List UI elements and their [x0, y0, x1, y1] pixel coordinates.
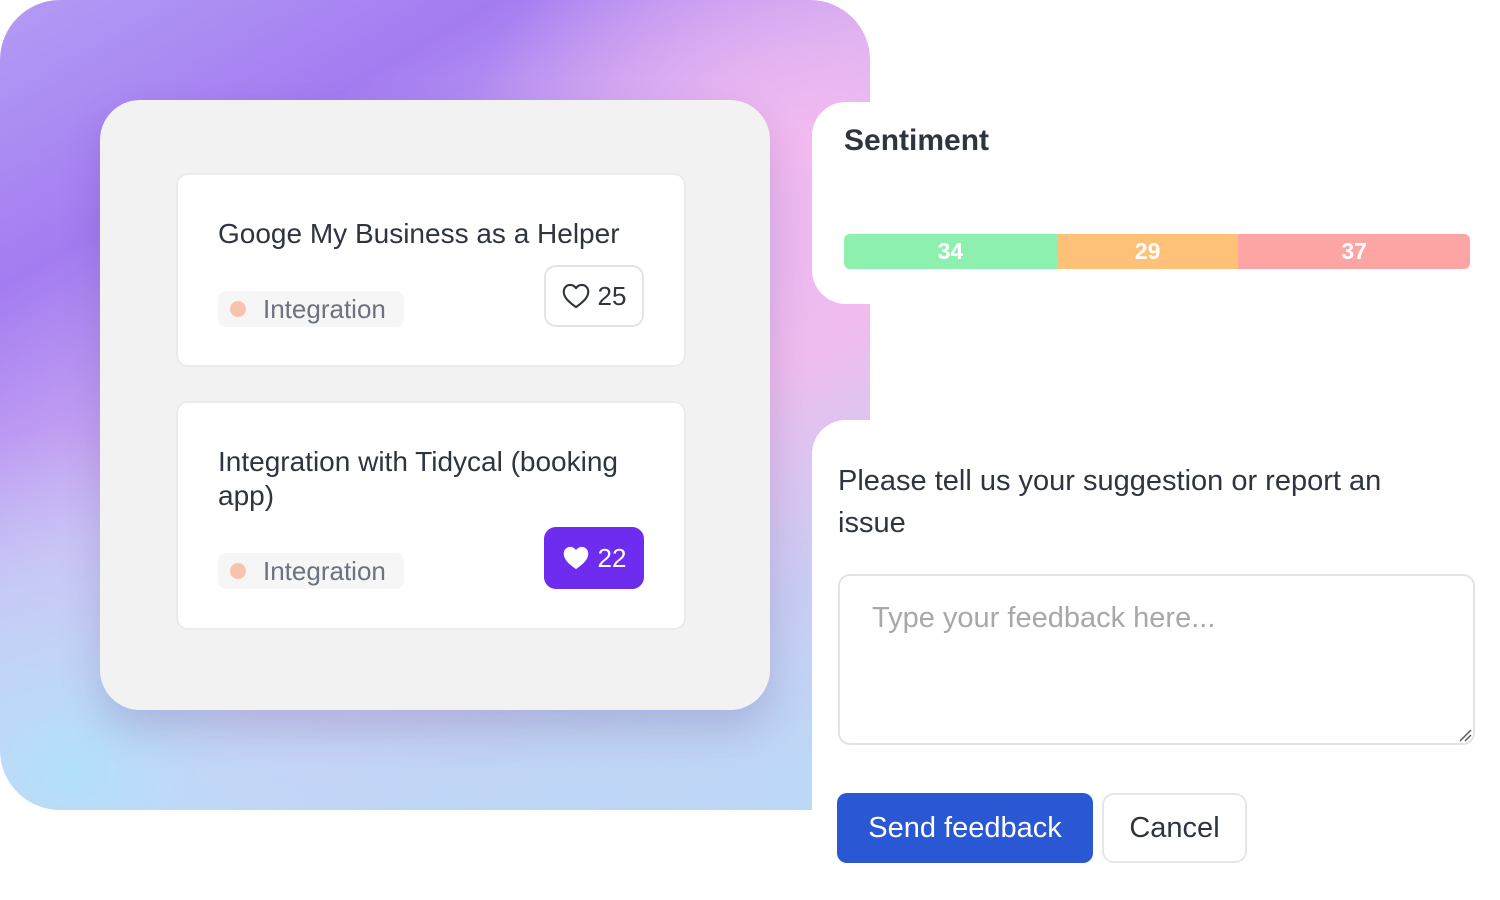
category-tag: Integration	[218, 291, 404, 327]
cancel-button[interactable]: Cancel	[1102, 793, 1247, 863]
category-tag-label: Integration	[263, 555, 386, 586]
tag-dot-icon	[230, 563, 246, 579]
upvote-button[interactable]: 25	[544, 265, 644, 327]
upvote-button-active[interactable]: 22	[544, 527, 644, 589]
heart-outline-icon	[562, 283, 589, 309]
tag-dot-icon	[230, 301, 246, 317]
sentiment-segment: 29	[1056, 234, 1239, 269]
idea-title: Integration with Tidycal (booking app)	[218, 446, 618, 511]
idea-card[interactable]: Googe My Business as a Helper Integratio…	[176, 173, 686, 367]
send-feedback-button[interactable]: Send feedback	[837, 793, 1093, 863]
vote-count: 25	[597, 280, 627, 311]
sentiment-segment: 37	[1238, 234, 1470, 269]
sentiment-panel: Sentiment	[812, 102, 1500, 304]
idea-card[interactable]: Integration with Tidycal (booking app) I…	[176, 401, 686, 630]
idea-title: Googe My Business as a Helper	[218, 218, 620, 249]
sentiment-segment: 34	[844, 234, 1057, 269]
category-tag-label: Integration	[263, 293, 386, 324]
feedback-textarea[interactable]	[838, 574, 1475, 745]
category-tag: Integration	[218, 553, 404, 589]
heart-filled-icon	[563, 546, 588, 570]
feedback-prompt: Please tell us your suggestion or report…	[838, 465, 1382, 539]
sentiment-title: Sentiment	[844, 124, 990, 157]
sentiment-bar: 34 29 37	[844, 234, 1470, 269]
vote-count: 22	[597, 542, 627, 573]
resize-grip-icon[interactable]	[1458, 728, 1472, 742]
